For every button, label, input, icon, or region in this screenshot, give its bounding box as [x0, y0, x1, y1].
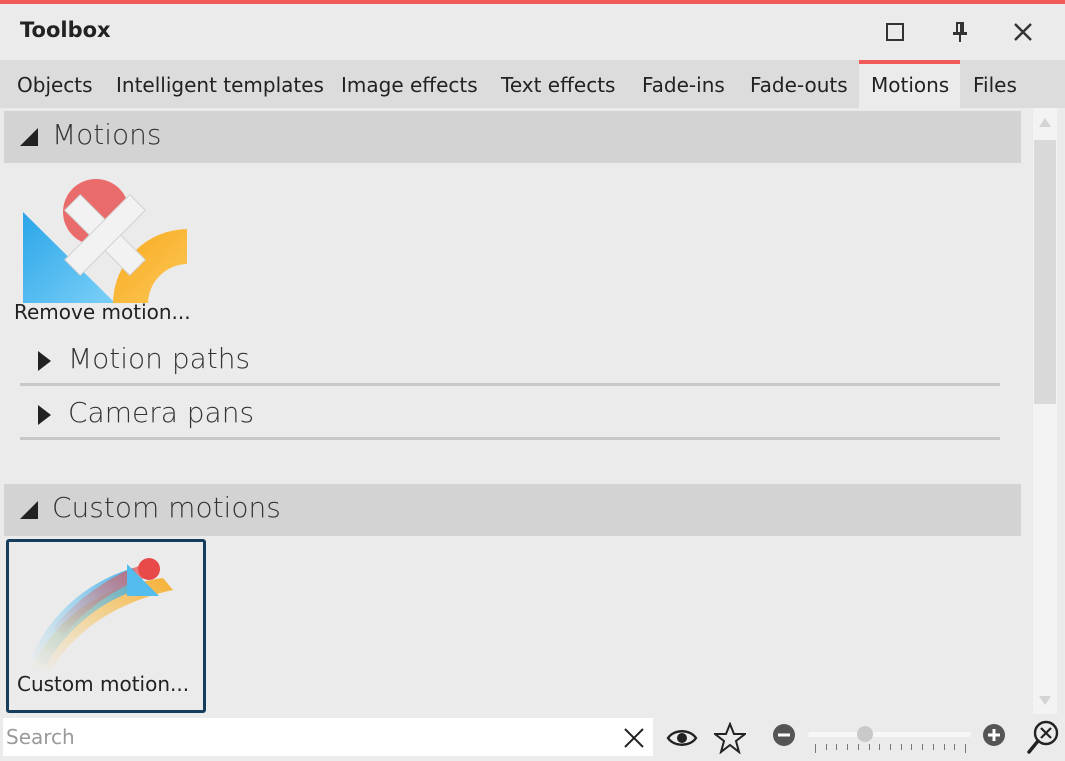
vertical-scrollbar[interactable] — [1033, 108, 1057, 714]
item-custom-motion[interactable]: Custom motion... — [6, 539, 206, 713]
tab-bar: Objects Intelligent templates Image effe… — [0, 60, 1065, 108]
star-icon — [714, 722, 746, 754]
remove-motion-icon — [23, 179, 187, 303]
section-label: Custom motions — [52, 491, 281, 524]
tab-fade-ins[interactable]: Fade-ins — [630, 60, 737, 108]
favorites-button[interactable] — [712, 720, 748, 756]
tab-image-effects[interactable]: Image effects — [329, 60, 490, 108]
zoom-tick — [825, 744, 827, 750]
zoom-tick — [847, 744, 849, 750]
zoom-tick — [965, 744, 966, 753]
section-header-motions[interactable]: Motions — [4, 111, 1021, 163]
zoom-tick — [900, 744, 902, 750]
zoom-slider-ticks — [815, 744, 966, 754]
scroll-up-arrow-icon[interactable] — [1039, 118, 1051, 127]
zoom-tick — [943, 744, 945, 750]
zoom-tick — [890, 744, 891, 750]
subgroup-camera-pans[interactable]: Camera pans — [20, 388, 1000, 440]
custom-motion-icon — [31, 558, 173, 670]
visibility-button[interactable] — [664, 721, 700, 755]
expand-triangle-icon — [38, 351, 51, 371]
close-button[interactable] — [1003, 12, 1043, 52]
zoom-in-button[interactable] — [981, 722, 1007, 748]
zoom-out-icon — [773, 724, 795, 746]
section-label: Motions — [52, 118, 162, 151]
toolbox-content: Motions Remove motion... Motion paths Ca… — [0, 108, 1065, 714]
pin-button[interactable] — [940, 12, 980, 52]
section-header-custom-motions[interactable]: Custom motions — [4, 484, 1021, 536]
subgroup-label: Camera pans — [68, 396, 255, 429]
expand-triangle-icon — [38, 405, 51, 425]
eye-icon — [666, 730, 698, 746]
maximize-icon — [886, 23, 904, 41]
bottom-toolbar — [0, 714, 1065, 761]
tab-objects[interactable]: Objects — [5, 60, 105, 108]
item-caption: Remove motion... — [14, 300, 191, 324]
scroll-thumb[interactable] — [1034, 140, 1056, 404]
clear-search-button[interactable] — [620, 724, 648, 752]
tab-files[interactable]: Files — [961, 60, 1029, 108]
zoom-slider-track[interactable] — [808, 732, 971, 737]
close-icon — [1014, 23, 1032, 41]
collapse-triangle-icon — [20, 128, 38, 146]
title-bar: Toolbox — [0, 4, 1065, 60]
collapse-triangle-icon — [20, 501, 38, 519]
maximize-button[interactable] — [875, 12, 915, 52]
zoom-tick — [857, 744, 859, 750]
zoom-tick — [815, 744, 816, 753]
subgroup-label: Motion paths — [68, 342, 251, 375]
clear-search-icon — [624, 728, 644, 748]
zoom-tick — [932, 744, 934, 750]
item-caption: Custom motion... — [17, 672, 190, 696]
tab-motions[interactable]: Motions — [859, 60, 960, 108]
zoom-tick — [954, 744, 956, 750]
tab-fade-outs[interactable]: Fade-outs — [738, 60, 860, 108]
zoom-tick — [868, 744, 870, 750]
tab-text-effects[interactable]: Text effects — [489, 60, 627, 108]
tab-intelligent-templates[interactable]: Intelligent templates — [104, 60, 336, 108]
zoom-out-button[interactable] — [771, 722, 797, 748]
zoom-reset-icon — [1027, 720, 1059, 754]
window-title: Toolbox — [20, 18, 111, 42]
item-remove-motion[interactable]: Remove motion... — [6, 172, 206, 342]
zoom-reset-button[interactable] — [1025, 718, 1061, 756]
pin-icon — [953, 22, 967, 42]
zoom-tick — [911, 744, 913, 750]
subgroup-motion-paths[interactable]: Motion paths — [20, 334, 1000, 386]
search-input[interactable] — [3, 718, 613, 756]
search-box — [3, 718, 653, 756]
zoom-in-icon — [983, 724, 1005, 746]
zoom-slider-thumb[interactable] — [856, 726, 873, 742]
zoom-tick — [879, 744, 881, 750]
zoom-tick — [836, 744, 838, 750]
zoom-tick — [922, 744, 924, 750]
scroll-down-arrow-icon[interactable] — [1039, 696, 1051, 705]
